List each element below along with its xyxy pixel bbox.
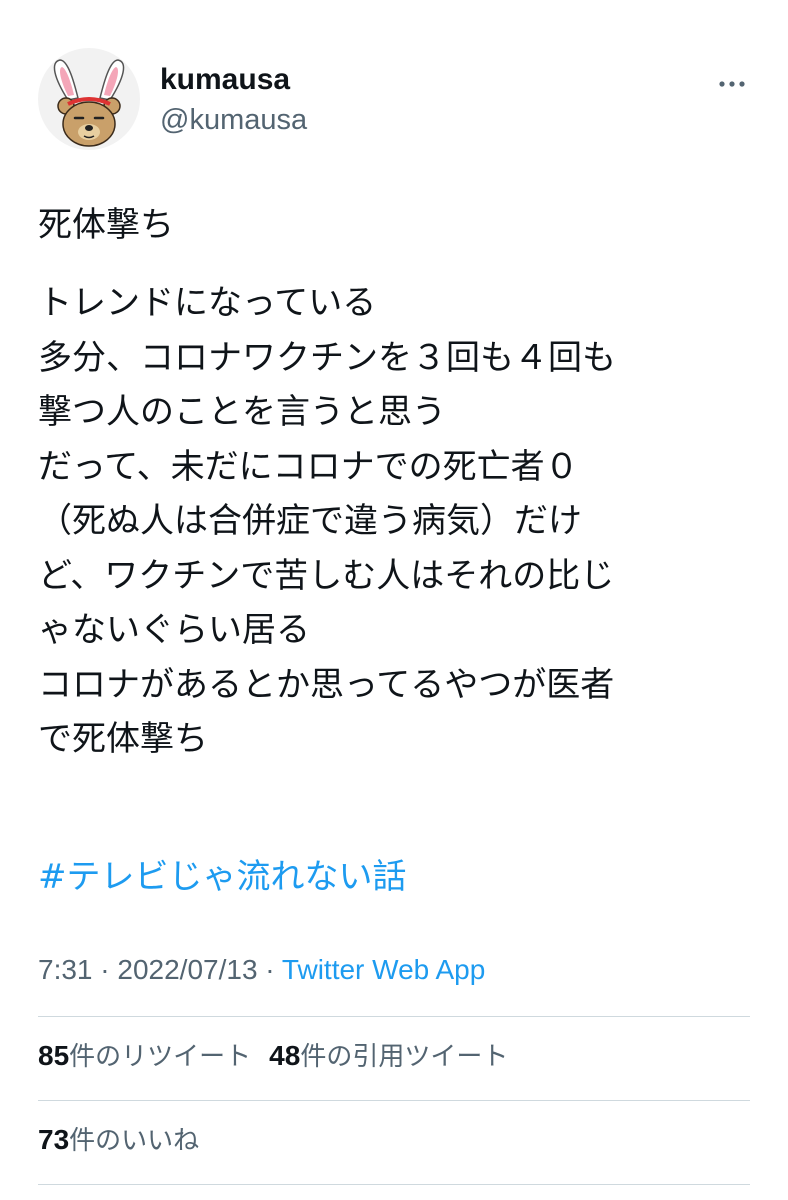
like-label: 件のいいね xyxy=(69,1126,200,1156)
tweet-text: 死体撃ち トレンドになっている 多分、コロナワクチンを３回も４回も 撃つ人のこと… xyxy=(38,196,750,767)
avatar[interactable] xyxy=(38,48,140,150)
likes-stats-row: 73件のいいね xyxy=(38,1120,199,1161)
tweet-date[interactable]: 2022/07/13 xyxy=(117,954,257,985)
tweet-line: ど、ワクチンで苦しむ人はそれの比じ xyxy=(38,555,615,596)
divider xyxy=(38,1100,750,1101)
quote-count: 48 xyxy=(269,1040,301,1071)
retweet-count: 85 xyxy=(38,1040,70,1071)
tweet-line: で死体撃ち xyxy=(38,719,208,759)
divider xyxy=(38,1184,750,1185)
meta-separator: · xyxy=(257,954,282,985)
tweet-line: （死ぬ人は合併症で違う病気）だけ xyxy=(38,501,582,541)
user-handle[interactable]: @kumausa xyxy=(160,100,307,140)
display-name[interactable]: kumausa xyxy=(160,62,307,98)
tweet-title-line: 死体撃ち xyxy=(38,205,174,245)
more-horizontal-icon[interactable] xyxy=(714,72,750,96)
user-names: kumausa @kumausa xyxy=(160,62,307,140)
like-count: 73 xyxy=(38,1124,70,1155)
quotes-stat[interactable]: 48件の引用ツイート xyxy=(269,1036,508,1077)
tweet-meta: 7:31 · 2022/07/13 · Twitter Web App xyxy=(38,950,485,990)
source-app-link[interactable]: Twitter Web App xyxy=(282,954,485,985)
tweet-header: kumausa @kumausa xyxy=(38,48,750,160)
tweet-line: 撃つ人のことを言うと思う xyxy=(38,392,446,432)
quote-label: 件の引用ツイート xyxy=(300,1042,509,1072)
retweet-stats-row: 85件のリツイート 48件の引用ツイート xyxy=(38,1036,508,1077)
tweet-line: 多分、コロナワクチンを３回も４回も xyxy=(38,337,616,378)
meta-separator: · xyxy=(92,954,118,985)
tweet-line: トレンドになっている xyxy=(38,283,377,323)
tweet-text-lines: トレンドになっている 多分、コロナワクチンを３回も４回も 撃つ人のことを言うと思… xyxy=(38,276,750,767)
retweet-label: 件のリツイート xyxy=(69,1042,252,1072)
retweets-stat[interactable]: 85件のリツイート xyxy=(38,1036,251,1077)
divider xyxy=(38,1016,750,1017)
likes-stat[interactable]: 73件のいいね xyxy=(38,1120,199,1161)
bear-with-bunny-ears-avatar-icon xyxy=(53,59,125,147)
tweet-line: ゃないぐらい居る xyxy=(38,610,310,650)
tweet-line: だって、未だにコロナでの死亡者０ xyxy=(38,446,579,487)
hashtag-link[interactable]: #テレビじゃ流れない話 xyxy=(38,848,407,906)
tweet-time[interactable]: 7:31 xyxy=(38,954,93,985)
tweet-line: コロナがあるとか思ってるやつが医者 xyxy=(38,664,615,705)
